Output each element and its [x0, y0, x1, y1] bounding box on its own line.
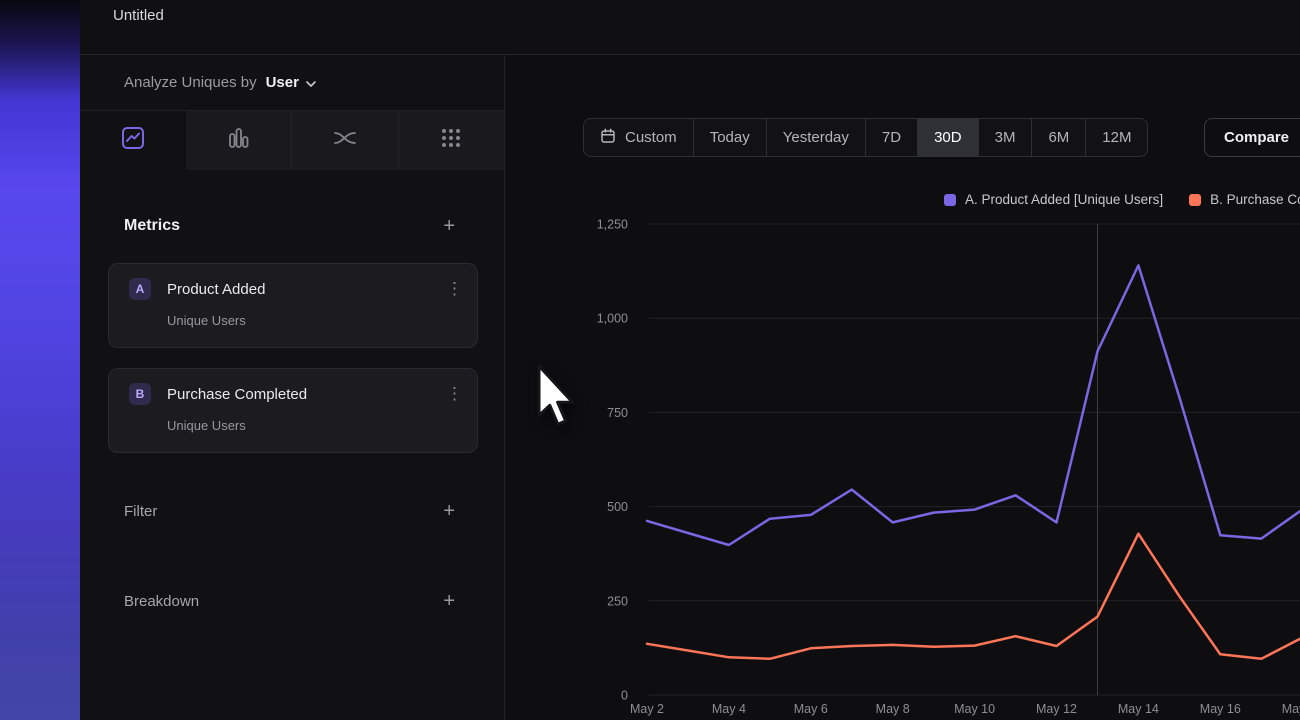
legend-item-product-added[interactable]: A. Product Added [Unique Users]	[944, 192, 1163, 207]
flows-icon	[332, 125, 358, 156]
svg-text:May 2: May 2	[630, 702, 664, 716]
metric-name: Purchase Completed	[167, 386, 307, 403]
metric-badge-a: A	[129, 278, 151, 300]
analyze-by-value: User	[266, 74, 299, 91]
titlebar: Untitled	[80, 0, 1300, 55]
metric-row: B Purchase Completed	[129, 383, 437, 405]
app-window: Untitled Analyze Uniques by User	[0, 0, 1300, 720]
bar-chart-icon	[225, 125, 251, 156]
kebab-menu-icon[interactable]: ⋮	[446, 385, 463, 402]
metric-card-product-added[interactable]: A Product Added ⋮ Unique Users	[108, 263, 478, 348]
svg-text:0: 0	[621, 689, 628, 703]
kebab-menu-icon[interactable]: ⋮	[446, 280, 463, 297]
range-6m[interactable]: 6M	[1031, 119, 1085, 156]
range-custom[interactable]: Custom	[584, 119, 693, 156]
chart-type-tabs	[80, 111, 504, 170]
sidebar: Analyze Uniques by User	[80, 55, 505, 720]
filter-row: Filter +	[124, 497, 455, 525]
svg-text:May 16: May 16	[1200, 702, 1241, 716]
chart-legend: A. Product Added [Unique Users] B. Purch…	[944, 192, 1300, 207]
metrics-header: Metrics +	[124, 212, 455, 240]
metric-subtitle: Unique Users	[167, 313, 246, 328]
metric-row: A Product Added	[129, 278, 437, 300]
svg-text:May 14: May 14	[1118, 702, 1159, 716]
range-today[interactable]: Today	[693, 119, 766, 156]
date-range-control: Custom Today Yesterday 7D 30D 3M 6M 12M	[583, 118, 1148, 157]
breakdown-label: Breakdown	[124, 593, 199, 610]
compare-button[interactable]: Compare	[1204, 118, 1300, 157]
range-30d[interactable]: 30D	[917, 119, 978, 156]
svg-text:May 4: May 4	[712, 702, 746, 716]
svg-text:750: 750	[607, 406, 628, 420]
calendar-icon	[600, 128, 616, 148]
tab-flows[interactable]	[291, 111, 398, 170]
svg-text:250: 250	[607, 594, 628, 608]
legend-item-purchase-completed[interactable]: B. Purchase Completed [Unique Users]	[1189, 192, 1300, 207]
tab-bar-chart[interactable]	[186, 111, 292, 170]
analyze-row: Analyze Uniques by User	[80, 55, 504, 111]
metric-subtitle: Unique Users	[167, 418, 246, 433]
legend-swatch-orange	[1189, 194, 1201, 206]
range-12m[interactable]: 12M	[1085, 119, 1147, 156]
legend-swatch-purple	[944, 194, 956, 206]
svg-text:May 18: May 18	[1282, 702, 1300, 716]
range-7d[interactable]: 7D	[865, 119, 917, 156]
legend-label: A. Product Added [Unique Users]	[965, 192, 1163, 207]
legend-label: B. Purchase Completed [Unique Users]	[1210, 192, 1300, 207]
svg-text:May 8: May 8	[876, 702, 910, 716]
background-gradient-strip	[0, 0, 80, 720]
svg-text:May 6: May 6	[794, 702, 828, 716]
metric-badge-b: B	[129, 383, 151, 405]
range-label: Custom	[625, 129, 677, 146]
add-breakdown-button[interactable]: +	[443, 591, 455, 611]
analyze-label: Analyze Uniques by	[124, 74, 257, 91]
analytics-app: Untitled Analyze Uniques by User	[80, 0, 1300, 720]
svg-text:500: 500	[607, 500, 628, 514]
mouse-cursor	[536, 363, 578, 429]
svg-text:May 12: May 12	[1036, 702, 1077, 716]
svg-text:1,250: 1,250	[597, 218, 628, 232]
grid-dots-icon	[438, 125, 464, 156]
add-filter-button[interactable]: +	[443, 501, 455, 521]
svg-text:1,000: 1,000	[597, 312, 628, 326]
report-title: Untitled	[113, 7, 164, 24]
filter-label: Filter	[124, 503, 157, 520]
line-chart-icon	[120, 125, 146, 156]
add-metric-button[interactable]: +	[443, 216, 455, 236]
tab-retention-grid[interactable]	[398, 111, 505, 170]
range-yesterday[interactable]: Yesterday	[766, 119, 865, 156]
chevron-down-icon	[306, 74, 316, 92]
analyze-by-dropdown[interactable]: User	[266, 74, 316, 92]
metric-card-purchase-completed[interactable]: B Purchase Completed ⋮ Unique Users	[108, 368, 478, 453]
breakdown-row: Breakdown +	[124, 587, 455, 615]
svg-text:May 10: May 10	[954, 702, 995, 716]
metrics-title: Metrics	[124, 217, 180, 235]
metric-name: Product Added	[167, 281, 265, 298]
chart-panel: 0 250 500 750 1,000 1,250 May 2 May 4 May 6 May 8…	[505, 55, 1300, 720]
tab-line-chart[interactable]	[80, 111, 186, 170]
range-3m[interactable]: 3M	[978, 119, 1032, 156]
